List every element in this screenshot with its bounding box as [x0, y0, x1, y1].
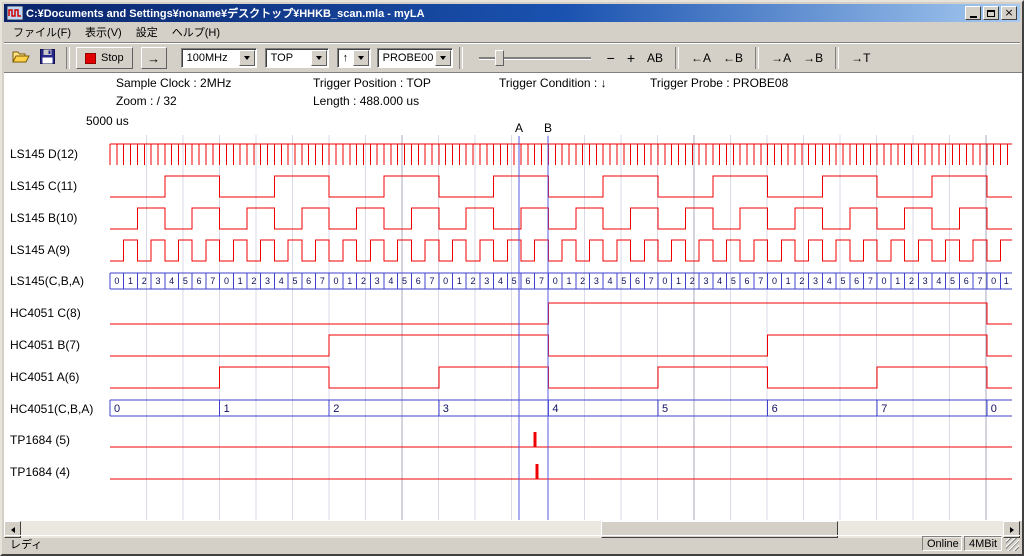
- svg-text:6: 6: [854, 276, 859, 286]
- svg-text:6: 6: [416, 276, 421, 286]
- svg-text:1: 1: [786, 276, 791, 286]
- svg-text:4: 4: [552, 403, 558, 415]
- svg-text:3: 3: [443, 403, 449, 415]
- svg-text:2: 2: [333, 403, 339, 415]
- svg-text:6: 6: [964, 276, 969, 286]
- svg-text:4: 4: [388, 276, 393, 286]
- svg-text:1: 1: [457, 276, 462, 286]
- svg-text:7: 7: [539, 276, 544, 286]
- svg-text:2: 2: [909, 276, 914, 286]
- svg-text:4: 4: [717, 276, 722, 286]
- svg-text:5: 5: [512, 276, 517, 286]
- svg-text:7: 7: [881, 403, 887, 415]
- svg-text:1: 1: [224, 403, 230, 415]
- svg-text:7: 7: [868, 276, 873, 286]
- svg-text:5: 5: [621, 276, 626, 286]
- svg-text:1: 1: [238, 276, 243, 286]
- svg-text:A: A: [515, 121, 523, 135]
- svg-text:6: 6: [197, 276, 202, 286]
- svg-text:4: 4: [279, 276, 284, 286]
- svg-text:6: 6: [745, 276, 750, 286]
- svg-text:7: 7: [977, 276, 982, 286]
- svg-text:1: 1: [128, 276, 133, 286]
- svg-text:7: 7: [758, 276, 763, 286]
- svg-text:4: 4: [608, 276, 613, 286]
- svg-text:5: 5: [183, 276, 188, 286]
- svg-text:0: 0: [114, 276, 119, 286]
- svg-text:0: 0: [662, 276, 667, 286]
- svg-text:3: 3: [703, 276, 708, 286]
- svg-text:0: 0: [334, 276, 339, 286]
- svg-text:2: 2: [580, 276, 585, 286]
- svg-text:2: 2: [690, 276, 695, 286]
- svg-text:4: 4: [169, 276, 174, 286]
- svg-text:0: 0: [991, 403, 997, 415]
- svg-text:0: 0: [991, 276, 996, 286]
- svg-text:5: 5: [292, 276, 297, 286]
- svg-text:7: 7: [320, 276, 325, 286]
- svg-text:3: 3: [155, 276, 160, 286]
- svg-text:3: 3: [923, 276, 928, 286]
- svg-text:2: 2: [799, 276, 804, 286]
- svg-text:6: 6: [306, 276, 311, 286]
- status-memory-badge: 4MBit: [964, 536, 1002, 551]
- svg-text:1: 1: [895, 276, 900, 286]
- waveform-plot[interactable]: 0123456701234567012345670123456701234567…: [2, 2, 1024, 556]
- svg-text:2: 2: [361, 276, 366, 286]
- svg-text:7: 7: [210, 276, 215, 286]
- svg-text:4: 4: [827, 276, 832, 286]
- svg-text:1: 1: [676, 276, 681, 286]
- svg-text:2: 2: [142, 276, 147, 286]
- svg-text:3: 3: [265, 276, 270, 286]
- resize-grip[interactable]: [1006, 538, 1019, 551]
- svg-text:6: 6: [525, 276, 530, 286]
- status-online-badge: Online: [922, 536, 962, 551]
- svg-text:7: 7: [649, 276, 654, 286]
- svg-text:1: 1: [1004, 276, 1009, 286]
- app-window: C:¥Documents and Settings¥noname¥デスクトップ¥…: [0, 0, 1024, 556]
- arrow-left-icon: [11, 527, 15, 533]
- svg-text:5: 5: [662, 403, 668, 415]
- svg-text:0: 0: [772, 276, 777, 286]
- svg-text:B: B: [544, 121, 552, 135]
- svg-text:5: 5: [402, 276, 407, 286]
- svg-text:5: 5: [950, 276, 955, 286]
- svg-text:1: 1: [347, 276, 352, 286]
- svg-text:3: 3: [594, 276, 599, 286]
- svg-text:0: 0: [114, 403, 120, 415]
- status-text: レディ: [10, 536, 42, 552]
- svg-text:6: 6: [772, 403, 778, 415]
- svg-text:0: 0: [224, 276, 229, 286]
- svg-text:2: 2: [251, 276, 256, 286]
- svg-text:1: 1: [566, 276, 571, 286]
- svg-text:7: 7: [429, 276, 434, 286]
- svg-text:0: 0: [443, 276, 448, 286]
- svg-text:3: 3: [813, 276, 818, 286]
- svg-text:0: 0: [882, 276, 887, 286]
- svg-text:4: 4: [498, 276, 503, 286]
- status-bar: レディ Online 4MBit: [4, 535, 1020, 552]
- svg-text:4: 4: [936, 276, 941, 286]
- svg-text:3: 3: [375, 276, 380, 286]
- svg-text:0: 0: [553, 276, 558, 286]
- svg-text:5: 5: [840, 276, 845, 286]
- svg-text:3: 3: [484, 276, 489, 286]
- svg-text:6: 6: [635, 276, 640, 286]
- svg-text:5: 5: [731, 276, 736, 286]
- svg-text:2: 2: [471, 276, 476, 286]
- arrow-right-icon: [1010, 527, 1014, 533]
